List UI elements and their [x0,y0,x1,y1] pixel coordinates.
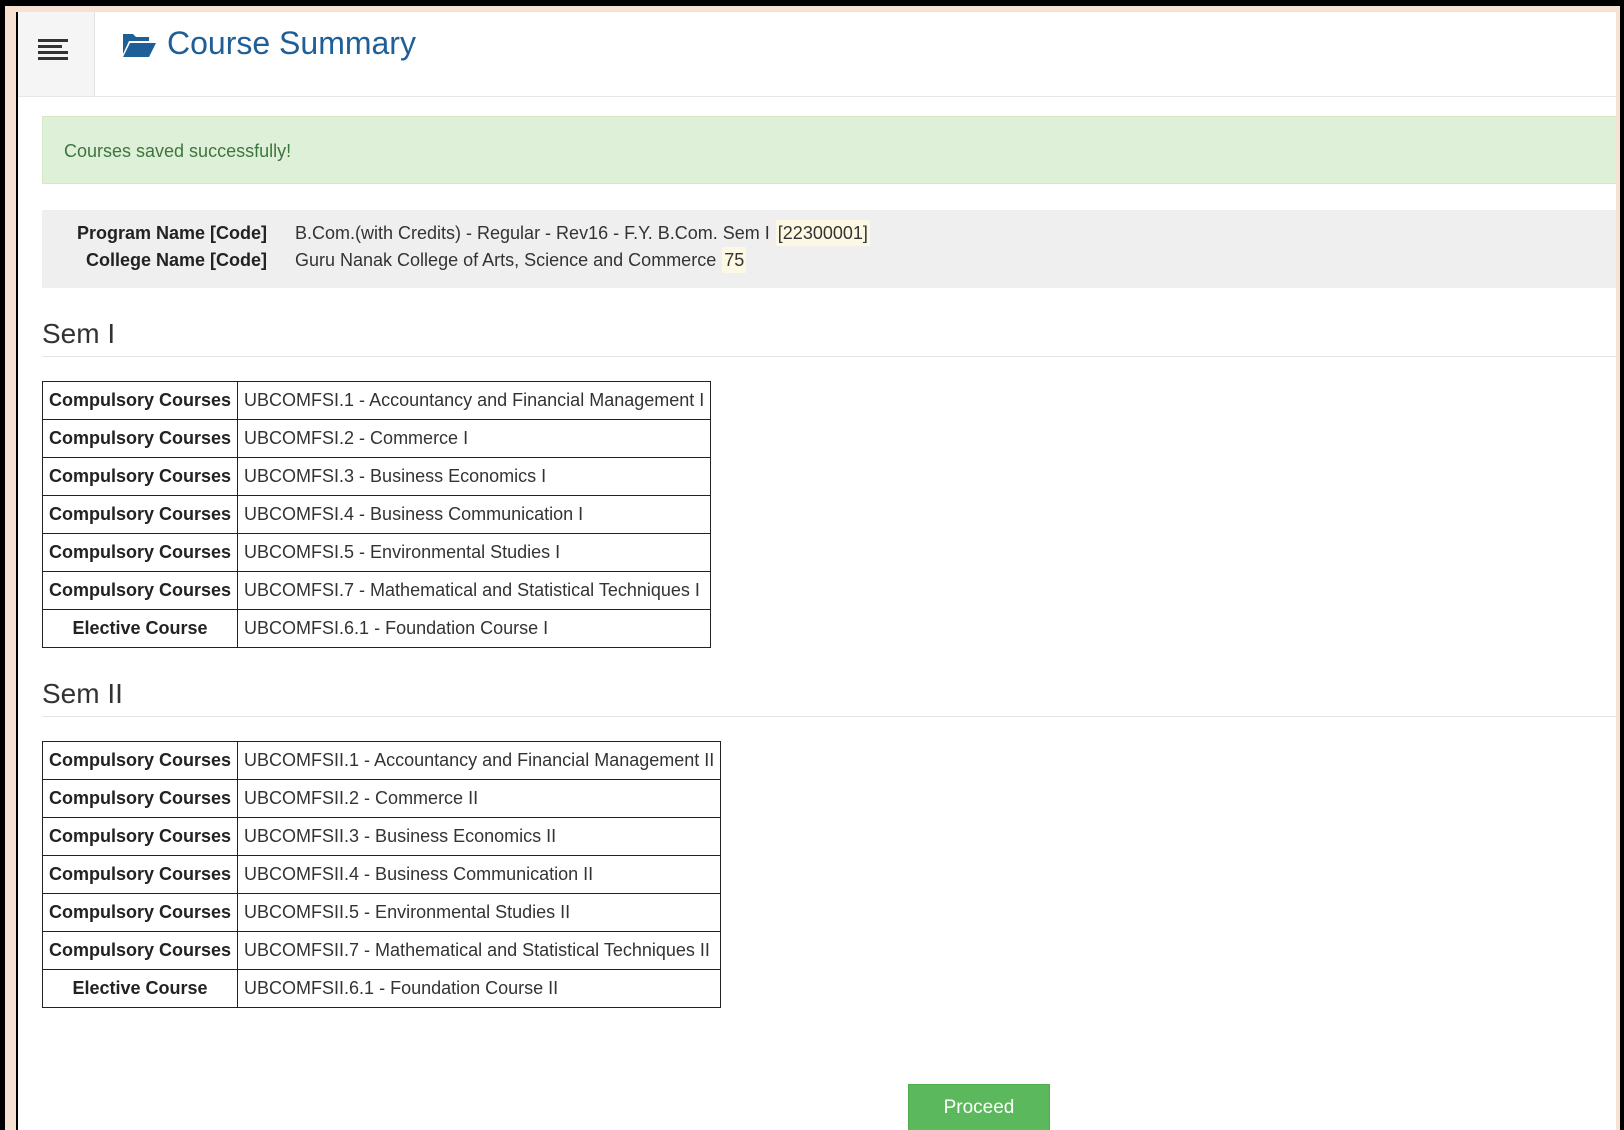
college-row: College Name [Code] Guru Nanak College o… [42,247,747,273]
course-name-cell: UBCOMFSII.7 - Mathematical and Statistic… [237,931,722,970]
table-row: Elective Course UBCOMFSII.6.1 - Foundatio… [41,969,722,1008]
program-name-value: B.Com.(with Credits) - Regular - Rev16 -… [295,223,770,243]
table-row: Compulsory Courses UBCOMFSII.7 - Mathemat… [41,931,722,970]
sem-heading: Sem II [42,678,1616,717]
folder-open-icon [123,33,156,57]
course-category-cell: Compulsory Courses [41,495,239,534]
proceed-button[interactable]: Proceed [908,1084,1050,1130]
course-name-cell: UBCOMFSI.3 - Business Economics I [237,457,712,496]
course-category-cell: Compulsory Courses [41,457,239,496]
course-name-cell: UBCOMFSI.5 - Environmental Studies I [237,533,712,572]
table-row: Compulsory Courses UBCOMFSII.5 - Environm… [41,893,722,932]
window-frame: Course Summary Courses saved successfull… [0,0,1624,1130]
table-row: Compulsory Courses UBCOMFSI.7 - Mathemati… [41,571,712,610]
table-row: Compulsory Courses UBCOMFSI.2 - Commerce … [41,419,712,458]
course-category-cell: Compulsory Courses [41,571,239,610]
course-table: Compulsory Courses UBCOMFSII.1 - Accounta… [41,741,722,1008]
program-name-label: Program Name [Code] [76,223,267,243]
course-name-cell: UBCOMFSII.6.1 - Foundation Course II [237,969,722,1008]
table-row: Compulsory Courses UBCOMFSI.5 - Environme… [41,533,712,572]
table-row: Compulsory Courses UBCOMFSII.3 - Business… [41,817,722,856]
table-row: Compulsory Courses UBCOMFSII.4 - Business… [41,855,722,894]
college-name-value: Guru Nanak College of Arts, Science and … [295,250,717,270]
page-header: Course Summary [121,25,416,62]
course-name-cell: UBCOMFSII.5 - Environmental Studies II [237,893,722,932]
course-name-cell: UBCOMFSII.2 - Commerce II [237,779,722,818]
course-category-cell: Compulsory Courses [41,931,239,970]
table-row: Compulsory Courses UBCOMFSII.2 - Commerce… [41,779,722,818]
table-row: Elective Course UBCOMFSI.6.1 - Foundation… [41,609,712,648]
success-alert: Courses saved successfully! [42,116,1616,184]
table-row: Compulsory Courses UBCOMFSI.1 - Accountan… [41,381,712,420]
course-name-cell: UBCOMFSI.4 - Business Communication I [237,495,712,534]
top-bar: Course Summary [18,12,1616,97]
hamburger-menu-icon[interactable] [18,12,95,96]
table-row: Compulsory Courses UBCOMFSI.4 - Business … [41,495,712,534]
page-title: Course Summary [167,25,416,61]
course-category-cell: Compulsory Courses [41,533,239,572]
course-category-cell: Elective Course [41,969,239,1008]
course-name-cell: UBCOMFSII.4 - Business Communication II [237,855,722,894]
course-category-cell: Compulsory Courses [41,741,239,780]
course-name-cell: UBCOMFSI.1 - Accountancy and Financial M… [237,381,712,420]
course-category-cell: Compulsory Courses [41,381,239,420]
program-row: Program Name [Code] B.Com.(with Credits)… [42,220,870,246]
page-content: Course Summary Courses saved successfull… [16,12,1616,1130]
course-category-cell: Compulsory Courses [41,855,239,894]
program-info-panel: Program Name [Code] B.Com.(with Credits)… [42,210,1616,288]
course-name-cell: UBCOMFSI.6.1 - Foundation Course I [237,609,712,648]
course-category-cell: Elective Course [41,609,239,648]
table-row: Compulsory Courses UBCOMFSI.3 - Business … [41,457,712,496]
course-name-cell: UBCOMFSI.2 - Commerce I [237,419,712,458]
sem-heading: Sem I [42,318,1616,357]
course-table: Compulsory Courses UBCOMFSI.1 - Accountan… [41,381,712,648]
course-category-cell: Compulsory Courses [41,893,239,932]
course-category-cell: Compulsory Courses [41,817,239,856]
course-name-cell: UBCOMFSII.3 - Business Economics II [237,817,722,856]
table-row: Compulsory Courses UBCOMFSII.1 - Accounta… [41,741,722,780]
course-name-cell: UBCOMFSII.1 - Accountancy and Financial … [237,741,722,780]
course-category-cell: Compulsory Courses [41,419,239,458]
program-code: [22300001] [775,220,870,246]
course-name-cell: UBCOMFSI.7 - Mathematical and Statistica… [237,571,712,610]
college-code: 75 [722,247,747,273]
course-category-cell: Compulsory Courses [41,779,239,818]
college-name-label: College Name [Code] [85,250,267,270]
